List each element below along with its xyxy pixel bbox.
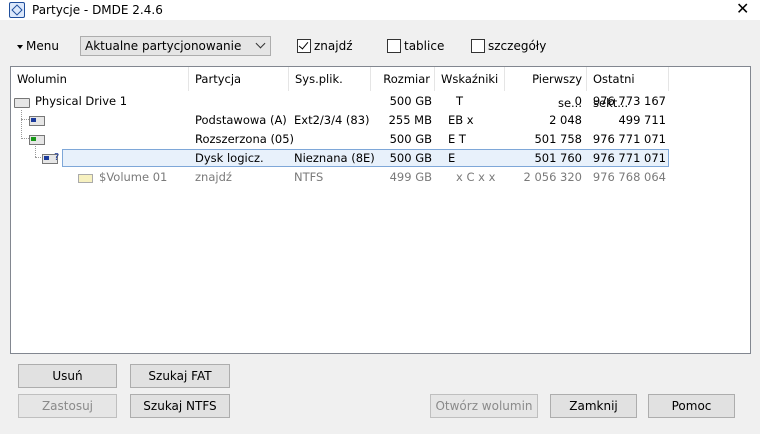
cell-flags: x C x x [456, 170, 496, 184]
cell-first-sector: 501 758 [534, 132, 582, 146]
column-header-first-sector[interactable]: Pierwszy se... [505, 67, 587, 110]
found-volume-icon [78, 174, 93, 183]
cell-last-sector: 499 711 [618, 113, 666, 127]
cell-partition: Dysk logicz. [195, 151, 264, 165]
cell-size: 500 GB [389, 151, 432, 165]
cell-flags: EB x [448, 113, 474, 127]
close-button[interactable]: Zamknij [550, 394, 637, 418]
open-volume-button[interactable]: Otwórz wolumin [430, 394, 538, 418]
find-checkbox-label: znajdź [314, 39, 353, 53]
cell-size: 499 GB [389, 170, 432, 184]
title-bar: Partycje - DMDE 2.4.6 ✕ [0, 0, 760, 20]
menu-label: Menu [26, 39, 59, 53]
table-row[interactable]: Podstawowa (A) Ext2/3/4 (83) 255 MB EB x… [11, 111, 750, 130]
details-checkbox-label: szczegóły [488, 39, 547, 53]
search-ntfs-button[interactable]: Szukaj NTFS [130, 394, 230, 418]
cell-partition: Podstawowa (A) [195, 113, 287, 127]
extended-partition-icon [29, 135, 45, 145]
cell-partition: znajdź [195, 170, 232, 184]
primary-partition-icon [29, 116, 45, 126]
tables-checkbox[interactable]: tablice [387, 38, 445, 53]
window-title: Partycje - DMDE 2.4.6 [32, 3, 163, 17]
cell-first-sector: 2 048 [549, 113, 582, 127]
checkbox-unchecked-icon [471, 38, 485, 53]
column-header-last-sector[interactable]: Ostatni sekt... [587, 67, 669, 110]
cell-filesystem: Nieznana (8E) [294, 151, 375, 165]
menu-dropdown-triangle-icon [17, 44, 23, 49]
column-header-flags[interactable]: Wskaźniki [435, 67, 505, 91]
cell-filesystem: Ext2/3/4 (83) [294, 113, 370, 127]
checkbox-checked-icon [297, 38, 311, 53]
table-row[interactable]: Physical Drive 1 500 GB T 0 976 773 167 [11, 92, 750, 111]
cell-last-sector: 976 768 064 [592, 170, 666, 184]
chevron-down-icon [255, 38, 266, 49]
table-row[interactable]: $Volume 01 znajdź NTFS 499 GB x C x x 2 … [11, 168, 750, 187]
column-header-size[interactable]: Rozmiar [371, 67, 435, 91]
cell-size: 500 GB [389, 132, 432, 146]
cell-first-sector: 0 [574, 94, 582, 108]
apply-button[interactable]: Zastosuj [18, 394, 117, 418]
cell-filesystem: NTFS [294, 170, 324, 184]
help-button[interactable]: Pomoc [648, 394, 735, 418]
cell-size: 500 GB [389, 94, 432, 108]
partitioning-view-select[interactable]: Aktualne partycjonowanie [80, 36, 271, 56]
close-icon[interactable]: ✕ [736, 0, 749, 18]
details-checkbox[interactable]: szczegóły [471, 38, 547, 53]
partitioning-view-value: Aktualne partycjonowanie [85, 39, 242, 53]
menu-button[interactable]: Menu [17, 39, 59, 53]
column-header-partition[interactable]: Partycja [189, 67, 289, 91]
tables-checkbox-label: tablice [404, 39, 445, 53]
cell-last-sector: 976 773 167 [592, 94, 666, 108]
cell-first-sector: 501 760 [534, 151, 582, 165]
find-checkbox[interactable]: znajdź [297, 38, 353, 53]
checkbox-unchecked-icon [387, 38, 401, 53]
dmde-app-icon [9, 2, 25, 18]
cell-size: 255 MB [388, 113, 432, 127]
column-header-volume[interactable]: Wolumin [11, 67, 189, 91]
column-header-filesystem[interactable]: Sys.plik. [289, 67, 371, 91]
cell-volume: Physical Drive 1 [35, 94, 128, 108]
delete-button[interactable]: Usuń [18, 364, 117, 388]
cell-flags: E [448, 151, 456, 165]
cell-flags: T [456, 94, 464, 108]
cell-last-sector: 976 771 071 [592, 132, 666, 146]
cell-flags: E T [448, 132, 466, 146]
cell-partition: Rozszerzona (05) [195, 132, 295, 146]
cell-first-sector: 2 056 320 [523, 170, 582, 184]
drive-icon [14, 98, 30, 108]
cell-volume: $Volume 01 [99, 170, 168, 184]
unknown-marker: ? [54, 152, 60, 163]
search-fat-button[interactable]: Szukaj FAT [130, 364, 230, 388]
cell-last-sector: 976 771 071 [592, 151, 666, 165]
table-row[interactable]: Rozszerzona (05) 500 GB E T 501 758 976 … [11, 130, 750, 149]
table-row-selected[interactable]: ? Dysk logicz. Nieznana (8E) 500 GB E 50… [11, 149, 750, 168]
partition-table[interactable]: Wolumin Partycja Sys.plik. Rozmiar Wskaź… [10, 66, 751, 354]
